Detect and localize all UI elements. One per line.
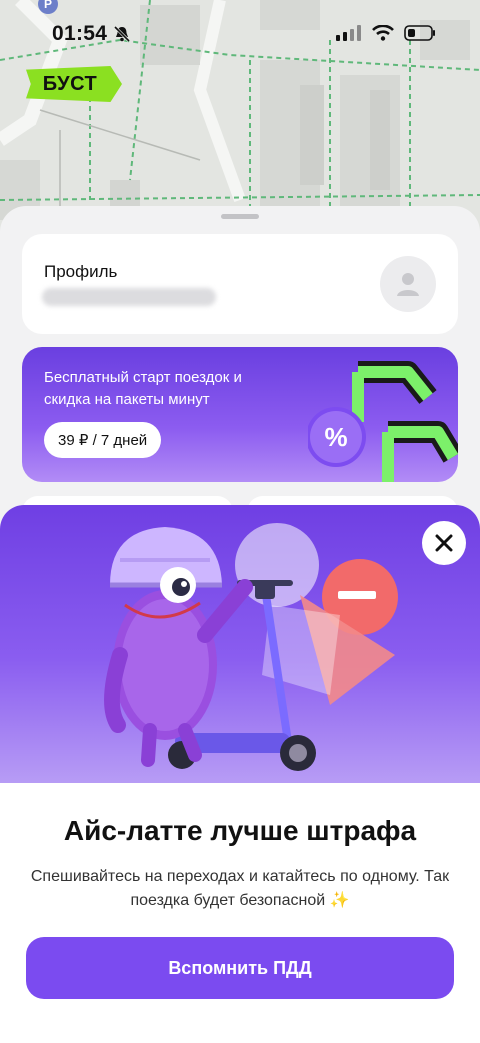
- remember-rules-button[interactable]: Вспомнить ПДД: [26, 937, 454, 999]
- close-icon: [435, 534, 453, 552]
- status-time: 01:54: [52, 22, 108, 45]
- bell-muted-icon: [113, 25, 131, 43]
- wifi-icon: [372, 25, 394, 41]
- bottom-sheet: Профиль Бесплатный старт поездок и скидк…: [0, 206, 480, 526]
- promo-modal: Айс-латте лучше штрафа Спешивайтесь на п…: [0, 505, 480, 1043]
- modal-title: Айс-латте лучше штрафа: [63, 815, 417, 846]
- modal-description: Спешивайтесь на переходах и катайтесь по…: [30, 868, 450, 909]
- status-bar: 01:54: [0, 0, 480, 62]
- svg-text:%: %: [324, 422, 347, 452]
- profile-title: Профиль: [44, 262, 118, 281]
- status-icons: [336, 25, 436, 41]
- user-icon: [397, 273, 419, 296]
- signal-icon: [336, 25, 361, 41]
- profile-card[interactable]: Профиль: [22, 234, 458, 334]
- promo-text: Бесплатный старт поездок и скидка на пак…: [44, 369, 242, 408]
- discount-illustration: %: [308, 361, 458, 482]
- avatar[interactable]: [380, 256, 436, 312]
- monster-scooter-illustration: [103, 523, 398, 771]
- profile-phone-blurred: [42, 288, 216, 306]
- brand-label: БУСТ: [42, 73, 98, 95]
- brand-badge[interactable]: БУСТ: [26, 66, 122, 102]
- promo-card[interactable]: Бесплатный старт поездок и скидка на пак…: [22, 347, 458, 482]
- battery-icon: [404, 25, 435, 41]
- close-button[interactable]: [422, 521, 466, 565]
- promo-price-chip[interactable]: 39 ₽ / 7 дней: [44, 422, 162, 458]
- modal-hero: [0, 505, 480, 783]
- sheet-handle[interactable]: [221, 214, 259, 219]
